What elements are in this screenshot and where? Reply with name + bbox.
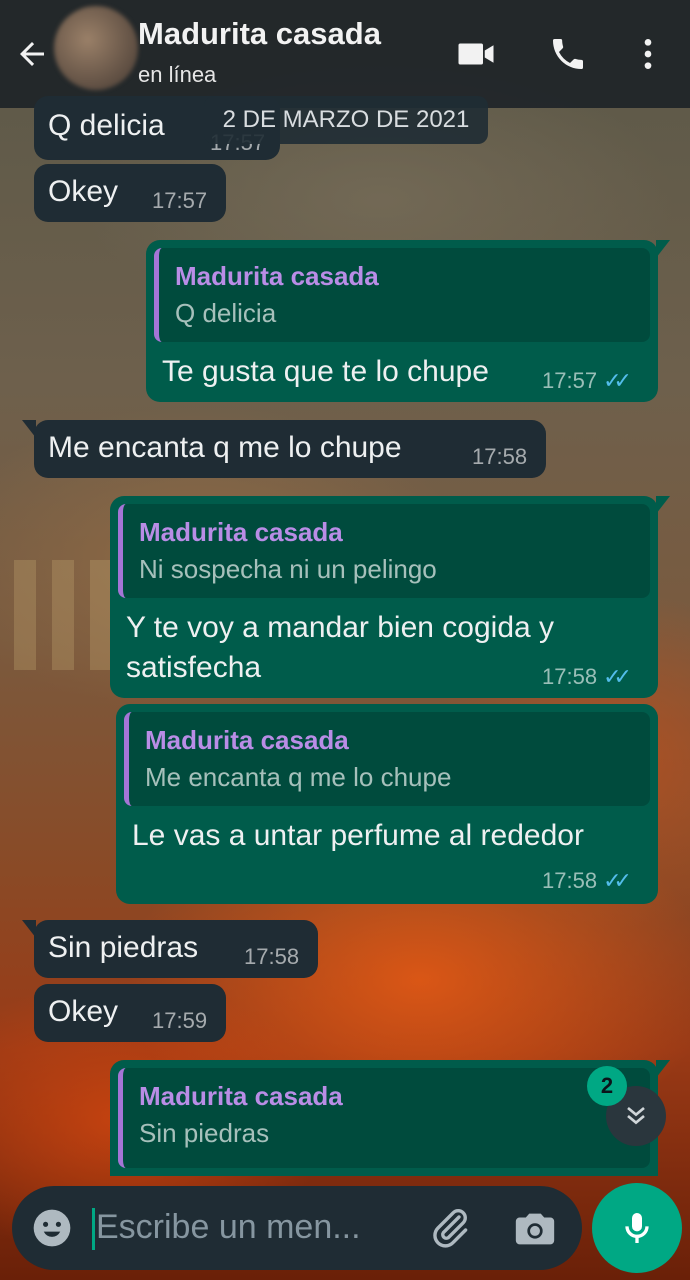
quoted-message[interactable]: Madurita casada Sin piedras <box>118 1068 650 1168</box>
bubble-tail <box>656 1060 670 1078</box>
quoted-message[interactable]: Madurita casada Me encanta q me lo chupe <box>124 712 650 806</box>
quoted-message[interactable]: Madurita casada Ni sospecha ni un peling… <box>118 504 650 598</box>
message-time: 17:58 ✓✓ <box>542 664 632 690</box>
read-ticks-icon: ✓✓ <box>603 664 632 689</box>
message-outgoing[interactable]: Madurita casada Ni sospecha ni un peling… <box>110 496 670 698</box>
back-button[interactable] <box>12 34 52 74</box>
message-incoming[interactable]: Me encanta q me lo chupe 17:58 <box>22 420 546 478</box>
message-text: Le vas a untar perfume al rededor <box>132 819 584 852</box>
more-vert-icon <box>644 39 652 69</box>
chat-header: Madurita casada en línea <box>0 0 690 108</box>
message-text: Q delicia <box>48 109 165 142</box>
message-time: 17:58 <box>472 444 528 469</box>
emoji-icon <box>33 1209 71 1247</box>
message-outgoing[interactable]: Madurita casada Q delicia Te gusta que t… <box>146 240 670 402</box>
date-chip: 2 DE MARZO DE 2021 <box>204 96 488 144</box>
text-cursor <box>92 1208 95 1250</box>
message-outgoing[interactable]: Madurita casada Sin piedras <box>110 1060 670 1176</box>
unread-count-badge: 2 <box>587 1066 627 1106</box>
voice-message-button[interactable] <box>592 1183 682 1273</box>
video-call-button[interactable] <box>454 32 498 76</box>
message-time: 17:59 <box>152 1008 208 1033</box>
message-input[interactable]: Escribe un men... <box>96 1208 361 1247</box>
message-incoming[interactable]: Sin piedras 17:58 <box>22 920 318 978</box>
quoted-text: Ni sospecha ni un pelingo <box>139 554 437 584</box>
bubble-tail <box>22 920 36 938</box>
message-text: Te gusta que te lo chupe <box>162 355 489 388</box>
quoted-message[interactable]: Madurita casada Q delicia <box>154 248 650 342</box>
read-ticks-icon: ✓✓ <box>603 868 632 893</box>
background-column <box>52 560 74 670</box>
message-time: 17:58 <box>244 944 300 969</box>
message-text: Sin piedras <box>48 931 199 964</box>
read-ticks-icon: ✓✓ <box>603 368 632 393</box>
paperclip-icon <box>433 1209 468 1248</box>
camera-icon <box>515 1213 555 1245</box>
message-incoming[interactable]: Okey 17:57 <box>34 164 226 222</box>
emoji-button[interactable] <box>30 1206 74 1250</box>
arrow-left-icon <box>20 42 44 66</box>
quoted-text: Sin piedras <box>139 1118 270 1148</box>
message-time: 17:58 ✓✓ <box>542 868 632 894</box>
bubble-tail <box>656 496 670 514</box>
contact-status: en línea <box>138 62 217 87</box>
message-time-value: 17:58 <box>542 868 598 893</box>
message-text: Okey <box>48 175 119 208</box>
message-time: 17:57 <box>152 188 208 213</box>
message-time-value: 17:58 <box>542 664 598 689</box>
bubble-tail <box>656 240 670 258</box>
attach-button[interactable] <box>426 1204 474 1252</box>
message-composer: Escribe un men... <box>12 1186 582 1270</box>
double-chevron-down-icon <box>627 1106 645 1125</box>
microphone-icon <box>625 1213 649 1243</box>
quoted-sender: Madurita casada <box>139 517 343 547</box>
message-outgoing[interactable]: Madurita casada Me encanta q me lo chupe… <box>116 704 658 904</box>
message-time: 17:57 ✓✓ <box>542 368 632 394</box>
message-time-value: 17:57 <box>542 368 598 393</box>
avatar[interactable] <box>54 6 138 90</box>
message-incoming[interactable]: Okey 17:59 <box>34 984 226 1042</box>
phone-icon <box>553 39 583 69</box>
quoted-sender: Madurita casada <box>139 1081 343 1111</box>
background-column <box>14 560 36 670</box>
menu-button[interactable] <box>626 32 670 76</box>
bubble-tail <box>22 420 36 438</box>
voice-call-button[interactable] <box>546 32 590 76</box>
message-text: Me encanta q me lo chupe <box>48 431 402 464</box>
camera-button[interactable] <box>512 1206 558 1252</box>
quoted-sender: Madurita casada <box>145 725 349 755</box>
background-column <box>90 560 112 670</box>
quoted-text: Me encanta q me lo chupe <box>145 762 452 792</box>
contact-name[interactable]: Madurita casada <box>138 16 381 52</box>
video-call-icon <box>458 43 494 65</box>
message-text: Okey <box>48 995 119 1028</box>
quoted-text: Q delicia <box>175 298 277 328</box>
quoted-sender: Madurita casada <box>175 261 379 291</box>
